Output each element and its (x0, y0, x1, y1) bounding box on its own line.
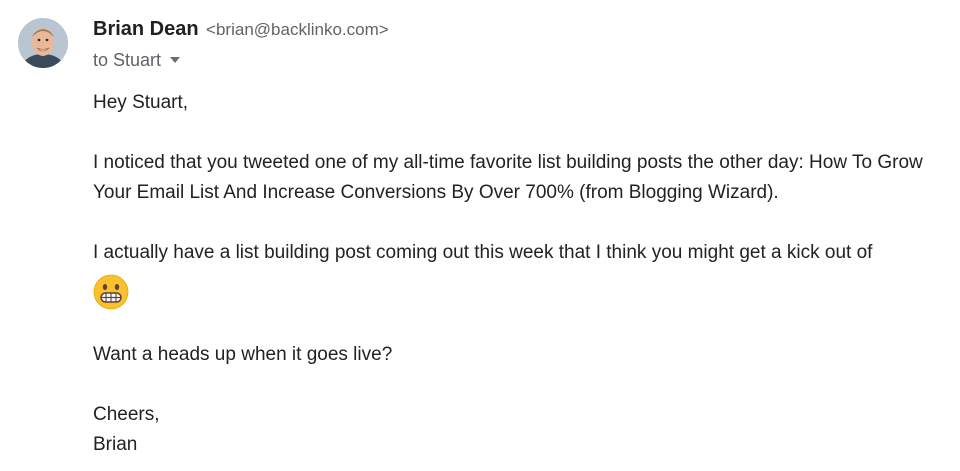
chevron-down-icon[interactable] (170, 57, 181, 63)
sender-name[interactable]: Brian Dean (93, 18, 199, 40)
body-paragraph-2: I actually have a list building post com… (93, 238, 953, 310)
avatar-photo (18, 18, 68, 68)
from-line: Brian Dean <brian@backlinko.com> (93, 14, 950, 44)
message-body: Hey Stuart, I noticed that you tweeted o… (93, 88, 953, 460)
sender-avatar[interactable] (18, 18, 68, 68)
grinning-face-icon (93, 274, 129, 310)
sender-email[interactable]: <brian@backlinko.com> (206, 20, 389, 39)
greeting: Hey Stuart, (93, 92, 189, 113)
recipient-line[interactable]: to Stuart (93, 46, 950, 74)
body-paragraph-3: Want a heads up when it goes live? (93, 344, 393, 365)
message-header: Brian Dean <brian@backlinko.com> to Stua… (93, 14, 950, 74)
closing: Cheers, (93, 404, 160, 425)
body-paragraph-1: I noticed that you tweeted one of my all… (93, 152, 923, 203)
email-message: Brian Dean <brian@backlinko.com> to Stua… (0, 0, 960, 471)
signature: Brian (93, 434, 138, 455)
recipient-text: to Stuart (93, 50, 162, 70)
body-paragraph-2-text: I actually have a list building post com… (93, 242, 873, 263)
